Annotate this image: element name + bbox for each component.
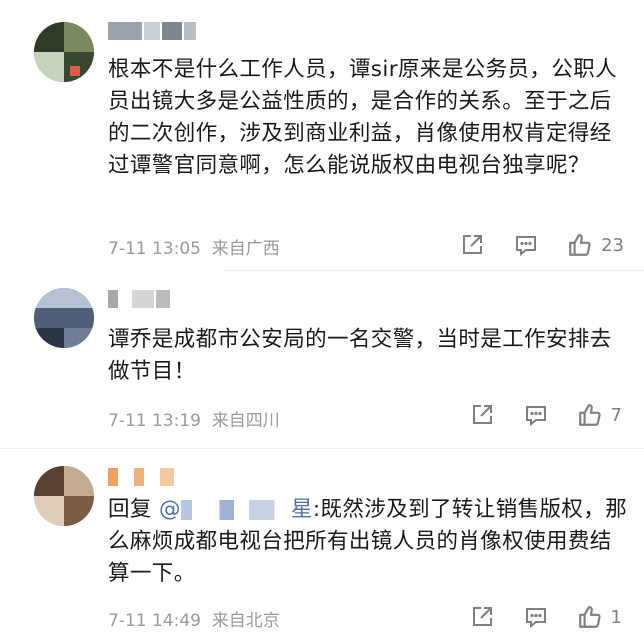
share-button[interactable] [460, 230, 484, 260]
thumbs-up-icon [578, 606, 601, 628]
comment-meta: 7-11 13:19 来自四川 [108, 406, 280, 431]
comment-item: 根本不是什么工作人员，谭sir原来是公务员，公职人员出镜大多是公益性质的，是合作… [0, 0, 644, 280]
share-icon [463, 235, 482, 254]
username-blurred[interactable] [108, 22, 198, 42]
share-icon [473, 405, 492, 424]
comment-text: 根本不是什么工作人员，谭sir原来是公务员，公职人员出镜大多是公益性质的，是合作… [108, 57, 618, 178]
share-icon [473, 607, 492, 626]
mention-link[interactable]: @ 星 [159, 497, 313, 522]
comment-location: 来自北京 [211, 611, 280, 631]
avatar[interactable] [34, 466, 94, 526]
like-count: 7 [610, 404, 622, 426]
comment-time: 7-11 13:19 [108, 411, 201, 431]
comment-button[interactable] [514, 230, 538, 260]
like-count: 1 [610, 606, 622, 628]
comment-icon [526, 608, 546, 629]
comment-actions: 7 [444, 400, 644, 430]
comment-time: 7-11 14:49 [108, 611, 201, 631]
share-button[interactable] [470, 602, 494, 632]
like-button[interactable]: 7 [577, 400, 622, 430]
comment-location: 来自广西 [211, 239, 280, 259]
avatar[interactable] [34, 288, 94, 348]
comment-time: 7-11 13:05 [108, 239, 201, 259]
comment-location: 来自四川 [211, 411, 280, 431]
thumbs-up-icon [569, 234, 591, 256]
comment-button[interactable] [524, 400, 548, 430]
like-count: 23 [601, 234, 624, 256]
username-blurred[interactable] [108, 290, 172, 310]
like-button[interactable]: 23 [567, 230, 624, 260]
comment-meta: 7-11 14:49 来自北京 [108, 606, 280, 631]
divider [0, 448, 644, 449]
comment-actions: 23 [444, 230, 644, 260]
thumbs-up-icon [578, 404, 601, 426]
mention-username-blurred [180, 500, 291, 520]
comment-actions: 1 [444, 602, 644, 632]
comment-icon [526, 406, 546, 427]
comment-item: 回复 @ 星:既然涉及到了转让销售版权，那么麻烦成都电视台把所有出镜人员的肖像权使… [0, 456, 644, 640]
comment-text: 回复 @ 星:既然涉及到了转让销售版权，那么麻烦成都电视台把所有出镜人员的肖像权使… [108, 494, 628, 590]
username-blurred[interactable] [108, 468, 176, 488]
comment-item: 谭乔是成都市公安局的一名交警，当时是工作安排去做节目！ 7-11 13:19 来… [0, 278, 644, 448]
reply-prefix: 回复 [108, 497, 152, 522]
divider [224, 270, 644, 271]
comment-text: 谭乔是成都市公安局的一名交警，当时是工作安排去做节目！ [108, 327, 612, 384]
like-button[interactable]: 1 [577, 602, 622, 632]
comment-icon [516, 236, 536, 257]
share-button[interactable] [470, 400, 494, 430]
comment-meta: 7-11 13:05 来自广西 [108, 234, 280, 259]
avatar[interactable] [34, 22, 94, 82]
comment-button[interactable] [524, 602, 548, 632]
